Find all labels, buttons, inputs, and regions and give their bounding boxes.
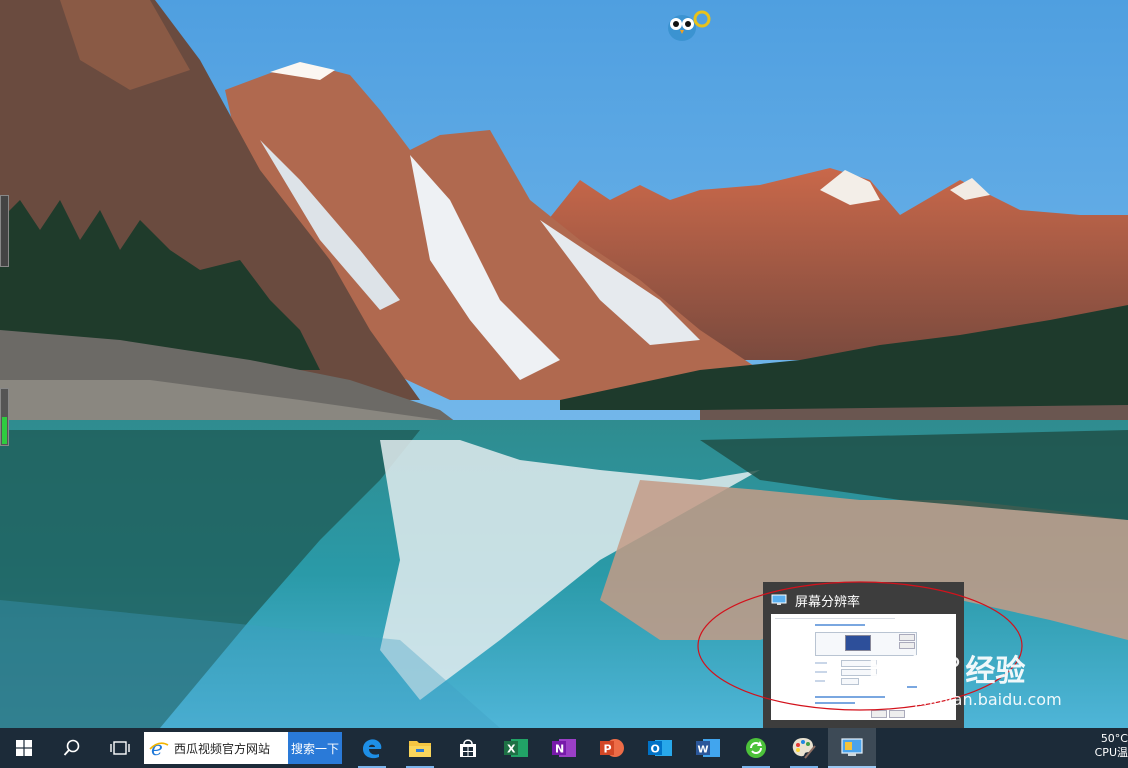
side-gauge-bottom — [0, 388, 9, 446]
edge-icon — [363, 739, 382, 759]
onenote-icon: N — [552, 739, 576, 757]
svg-text:W: W — [698, 745, 709, 756]
windows-logo-icon — [16, 740, 32, 756]
refresh-app-icon — [746, 738, 766, 758]
monitor-icon — [771, 594, 787, 605]
baidu-jingyan-watermark: Bai 经验 jingyan.baidu.com — [868, 646, 1068, 728]
browser-search-text: 西瓜视频官方网站 — [174, 741, 271, 756]
search-button[interactable] — [48, 728, 96, 768]
taskbar-app-screen-resolution[interactable] — [828, 728, 876, 768]
cpu-temperature-label: CPU温 — [1094, 746, 1128, 759]
taskbar-app-file-explorer[interactable] — [396, 728, 444, 768]
taskbar-app-store[interactable] — [444, 728, 492, 768]
gauge-fill — [2, 417, 7, 444]
taskbar-app-powerpoint[interactable]: P — [588, 728, 636, 768]
svg-text:e: e — [151, 737, 163, 759]
watermark-url: jingyan.baidu.com — [914, 690, 1062, 709]
thumbnail-header: 屏幕分辨率 — [771, 590, 956, 610]
svg-text:O: O — [651, 743, 660, 756]
outlook-icon: O — [648, 740, 672, 756]
powerpoint-icon: P — [600, 739, 624, 757]
system-tray-temperature[interactable]: 50°C CPU温 — [1084, 728, 1128, 768]
svg-text:N: N — [555, 743, 564, 756]
watermark-brand: Bai — [868, 650, 922, 686]
start-button[interactable] — [0, 728, 48, 768]
excel-icon: X — [504, 739, 528, 757]
owl-widget-icon[interactable] — [666, 8, 714, 42]
search-go-button[interactable]: 搜索一下 — [288, 732, 342, 764]
side-gauge-top — [0, 195, 9, 267]
svg-text:X: X — [507, 743, 516, 756]
screen-resolution-icon — [841, 738, 863, 756]
taskbar-app-paint[interactable] — [780, 728, 828, 768]
baidu-paw-icon — [930, 650, 960, 682]
search-icon — [63, 739, 80, 756]
svg-text:P: P — [604, 743, 612, 756]
taskbar-app-onenote[interactable]: N — [540, 728, 588, 768]
store-icon — [460, 739, 476, 757]
task-view-icon — [110, 741, 130, 755]
ie-icon: e — [149, 737, 169, 759]
file-explorer-icon — [409, 741, 431, 757]
taskbar-app-refresh[interactable] — [732, 728, 780, 768]
taskbar-app-excel[interactable]: X — [492, 728, 540, 768]
watermark-brand-suffix: 经验 — [965, 654, 1026, 689]
paint-icon — [792, 738, 816, 759]
cpu-temperature-value: 50°C — [1100, 732, 1128, 745]
browser-search-box[interactable]: e 西瓜视频官方网站 — [144, 732, 288, 764]
task-view-button[interactable] — [96, 728, 144, 768]
taskbar-app-word[interactable]: W — [684, 728, 732, 768]
taskbar-app-edge[interactable] — [348, 728, 396, 768]
word-icon: W — [696, 739, 720, 757]
thumbnail-title: 屏幕分辨率 — [795, 594, 861, 610]
taskbar: e 西瓜视频官方网站 搜索一下 X N P O W 50°C CPU温 — [0, 728, 1128, 768]
taskbar-app-outlook[interactable]: O — [636, 728, 684, 768]
